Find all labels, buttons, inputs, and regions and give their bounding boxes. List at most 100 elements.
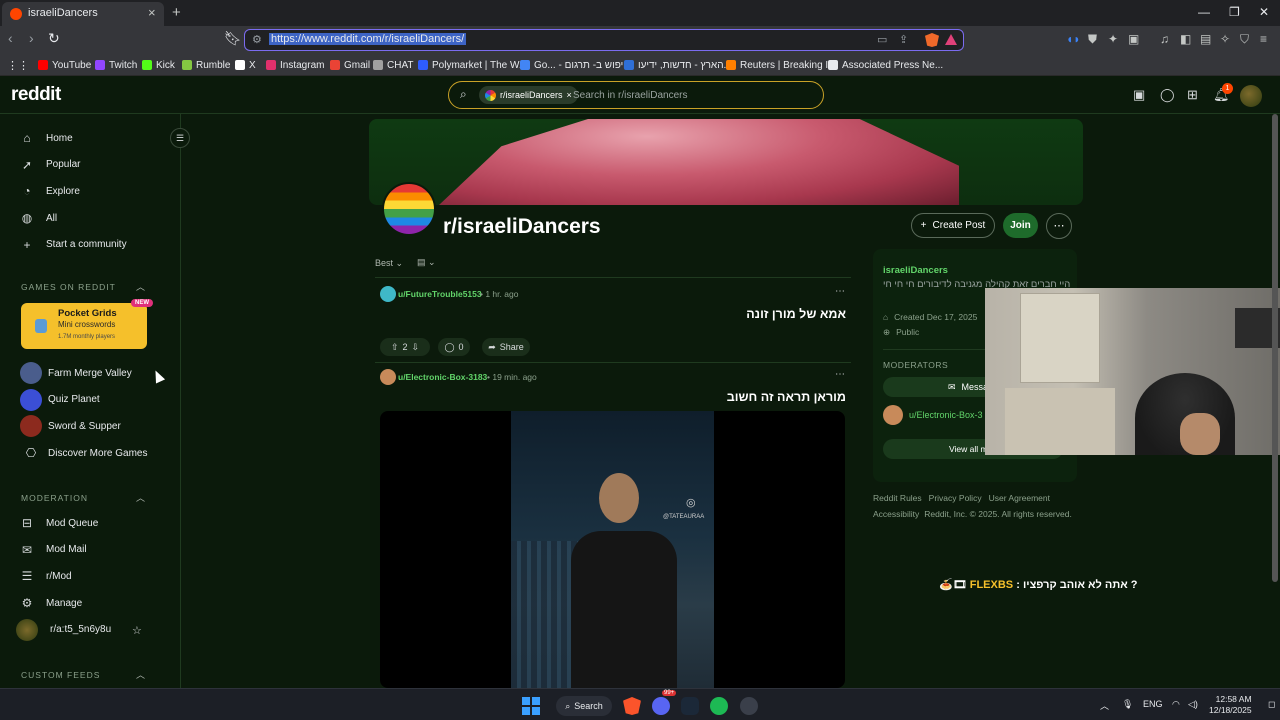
chat-icon[interactable]: ◯: [1160, 87, 1175, 103]
sidebar-item-popular[interactable]: ➚ Popular: [20, 155, 81, 175]
reddit-logo[interactable]: reddit: [11, 84, 61, 106]
collapse-sidebar-icon[interactable]: ☰: [170, 128, 190, 148]
more-options-icon[interactable]: ⋯: [1046, 213, 1072, 239]
search-input[interactable]: Search in r/israeliDancers: [573, 90, 688, 101]
footer-link[interactable]: Privacy Policy: [929, 493, 982, 503]
sidebar-icon[interactable]: ◧: [1180, 32, 1191, 46]
bookmark-item[interactable]: X: [235, 58, 256, 72]
sidebar-item-start-a-community[interactable]: + Start a community: [20, 235, 126, 255]
join-button[interactable]: Join: [1003, 213, 1038, 238]
bookmark-item[interactable]: Instagram: [266, 58, 324, 72]
share-button[interactable]: ➦ Share: [482, 338, 530, 356]
cast-icon[interactable]: ▭: [877, 33, 887, 46]
sidebar-item-mod[interactable]: r/a:t5_5n6y8u: [16, 618, 111, 641]
reload-icon[interactable]: ↻: [48, 30, 60, 47]
chevron-up-icon[interactable]: ︿: [136, 280, 145, 293]
footer-link[interactable]: Reddit Rules: [873, 493, 922, 503]
screenshot-icon[interactable]: ▣: [1128, 32, 1139, 46]
shield-ext-icon[interactable]: ⛊: [1088, 32, 1097, 47]
wallet-ext-icon[interactable]: ◖◗: [1066, 32, 1081, 46]
footer-link[interactable]: User Agreement: [989, 493, 1050, 503]
steam-taskbar-icon[interactable]: [681, 697, 699, 715]
forward-icon[interactable]: ›: [29, 30, 34, 46]
wifi-icon[interactable]: ◠: [1172, 699, 1180, 710]
user-avatar[interactable]: [1240, 85, 1262, 107]
community-search-chip[interactable]: r/israeliDancers ×: [479, 86, 578, 104]
share-icon[interactable]: ⇪: [899, 33, 908, 46]
discord-taskbar-icon[interactable]: [652, 697, 670, 715]
bookmark-icon[interactable]: 🔖︎: [224, 30, 242, 47]
video-frame[interactable]: ◎ @TATEAURAA: [511, 411, 714, 688]
bookmark-item[interactable]: Kick: [142, 58, 175, 72]
sidebar-item-home[interactable]: ⌂ Home: [20, 128, 72, 148]
bookmark-item[interactable]: Gmail: [330, 58, 370, 72]
downvote-icon[interactable]: ⇩: [412, 342, 420, 353]
bookmark-item[interactable]: YouTube: [38, 58, 91, 72]
featured-game-card[interactable]: Pocket Grids Mini crosswords 1.7M monthl…: [21, 299, 153, 349]
tab-close-icon[interactable]: ×: [148, 5, 156, 20]
brave-rewards-icon[interactable]: [945, 34, 957, 45]
sidebar-item-mod[interactable]: ✉ Mod Mail: [20, 540, 87, 560]
tray-chevron-icon[interactable]: ︿: [1100, 699, 1109, 712]
upvote-icon[interactable]: ⇧: [391, 342, 399, 353]
sidebar-game-item[interactable]: Quiz Planet: [20, 388, 100, 411]
star-icon[interactable]: ☆: [132, 624, 142, 637]
spotify-taskbar-icon[interactable]: [710, 697, 728, 715]
page-scrollbar[interactable]: [1272, 114, 1278, 582]
wallet-icon[interactable]: ▤: [1200, 32, 1211, 46]
bookmark-item[interactable]: Polymarket | The W...: [418, 58, 527, 72]
accessibility-link[interactable]: Accessibility: [873, 509, 919, 519]
post-avatar[interactable]: [380, 286, 396, 302]
post-video[interactable]: ◎ @TATEAURAA: [380, 411, 845, 688]
address-bar[interactable]: ⚙ https://www.reddit.com/r/israeliDancer…: [244, 29, 964, 51]
bookmark-item[interactable]: Go... - חיפוש ב- תרגום: [520, 58, 630, 72]
back-icon[interactable]: ‹: [8, 30, 13, 46]
create-post-button[interactable]: + Create Post: [911, 213, 995, 238]
minimize-icon[interactable]: —: [1198, 5, 1210, 19]
ads-icon[interactable]: ▣: [1133, 87, 1145, 103]
chevron-up-icon[interactable]: ︿: [136, 668, 145, 681]
extensions-icon[interactable]: ✦: [1108, 32, 1118, 46]
close-window-icon[interactable]: ✕: [1259, 5, 1269, 19]
windows-start-icon[interactable]: [522, 697, 540, 715]
media-icon[interactable]: ♫: [1160, 32, 1169, 46]
restore-icon[interactable]: ❐: [1229, 5, 1240, 19]
sidebar-item-mod[interactable]: ⚙ Manage: [20, 593, 83, 613]
bookmark-item[interactable]: CHAT: [373, 58, 413, 72]
sidebar-item-explore[interactable]: ◔ Explore: [20, 181, 80, 201]
bookmark-item[interactable]: Twitch: [95, 58, 137, 72]
vpn-icon[interactable]: ⛉: [1240, 32, 1249, 47]
bookmark-item[interactable]: Rumble: [182, 58, 230, 72]
notification-center-icon[interactable]: ◻: [1268, 699, 1275, 710]
taskbar-clock[interactable]: 12:58 AM 12/18/2025: [1209, 694, 1252, 716]
post-title[interactable]: מוראן תראה זה חשוב: [690, 390, 846, 404]
apps-grid-icon[interactable]: ⋮⋮: [7, 58, 29, 72]
app-taskbar-icon[interactable]: [740, 697, 758, 715]
browser-tab[interactable]: israeliDancers ×: [2, 2, 164, 26]
leo-ai-icon[interactable]: ✧: [1220, 32, 1230, 46]
post-menu-icon[interactable]: ⋯: [835, 369, 845, 380]
brave-taskbar-icon[interactable]: [623, 697, 641, 715]
create-icon[interactable]: ⊞: [1187, 87, 1198, 103]
bookmark-item[interactable]: הארץ - חדשות, ידיעו...: [624, 58, 732, 72]
site-info-icon[interactable]: ⚙: [252, 33, 262, 46]
search-box[interactable]: ⌕ r/israeliDancers × Search in r/israeli…: [448, 81, 824, 109]
sidebar-item-all[interactable]: ◍ All: [20, 208, 57, 228]
brave-shields-icon[interactable]: [925, 33, 939, 47]
chip-close-icon[interactable]: ×: [567, 90, 572, 100]
volume-icon[interactable]: ◁): [1188, 699, 1198, 710]
post-author[interactable]: u/FutureTrouble5153: [398, 289, 482, 299]
vote-controls[interactable]: ⇧ 2 ⇩: [380, 338, 430, 356]
view-dropdown[interactable]: ▤ ⌄: [417, 257, 436, 268]
sidebar-item-mod[interactable]: ☰ r/Mod: [20, 566, 72, 586]
chevron-up-icon[interactable]: ︿: [136, 491, 145, 504]
new-tab-icon[interactable]: +: [172, 4, 181, 21]
taskbar-search[interactable]: ⌕ Search: [556, 696, 612, 716]
bookmark-item[interactable]: Associated Press Ne...: [828, 58, 943, 72]
sidebar-game-item[interactable]: Farm Merge Valley: [20, 362, 132, 384]
post-avatar[interactable]: [380, 369, 396, 385]
sort-dropdown[interactable]: Best ⌄: [375, 258, 403, 269]
post-author[interactable]: u/Electronic-Box-3183: [398, 372, 487, 382]
url-text[interactable]: https://www.reddit.com/r/israeliDancers/: [269, 33, 467, 45]
bookmark-item[interactable]: Reuters | Breaking I...: [726, 58, 837, 72]
